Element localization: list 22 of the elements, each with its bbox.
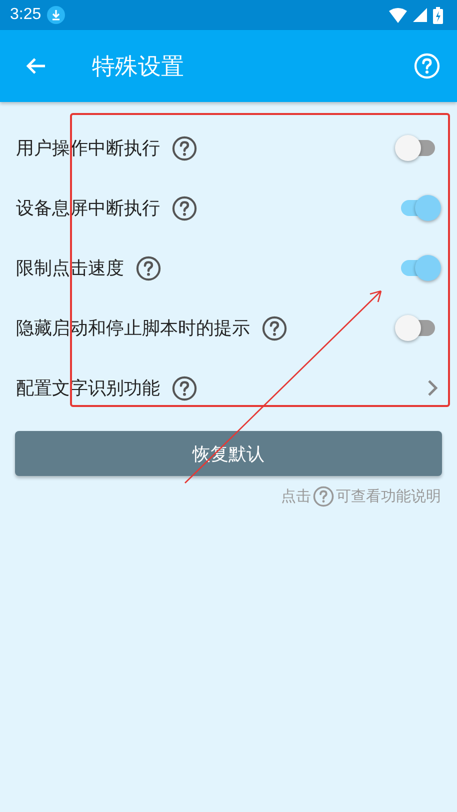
help-icon[interactable]: [172, 376, 197, 400]
hint-text: 点击: [281, 487, 311, 506]
setting-label: 隐藏启动和停止脚本时的提示: [16, 317, 250, 340]
setting-label: 设备息屏中断执行: [16, 197, 160, 220]
help-icon[interactable]: [172, 196, 197, 220]
setting-row[interactable]: 设备息屏中断执行: [0, 178, 457, 238]
hint-text: 可查看功能说明: [336, 487, 441, 506]
download-icon: [47, 6, 66, 24]
setting-row[interactable]: 隐藏启动和停止脚本时的提示: [0, 298, 457, 358]
wifi-icon: [389, 8, 407, 22]
reset-button[interactable]: 恢复默认: [15, 431, 442, 476]
battery-icon: [433, 6, 443, 24]
status-time: 3:25: [10, 6, 42, 24]
help-icon: [313, 486, 334, 507]
setting-label: 限制点击速度: [16, 257, 124, 280]
chevron-right-icon: [427, 379, 439, 397]
help-icon[interactable]: [136, 256, 161, 280]
setting-row[interactable]: 限制点击速度: [0, 238, 457, 298]
signal-icon: [413, 8, 427, 22]
help-icon[interactable]: [262, 316, 287, 340]
screen-title: 特殊设置: [92, 52, 185, 82]
help-icon[interactable]: [172, 136, 197, 160]
